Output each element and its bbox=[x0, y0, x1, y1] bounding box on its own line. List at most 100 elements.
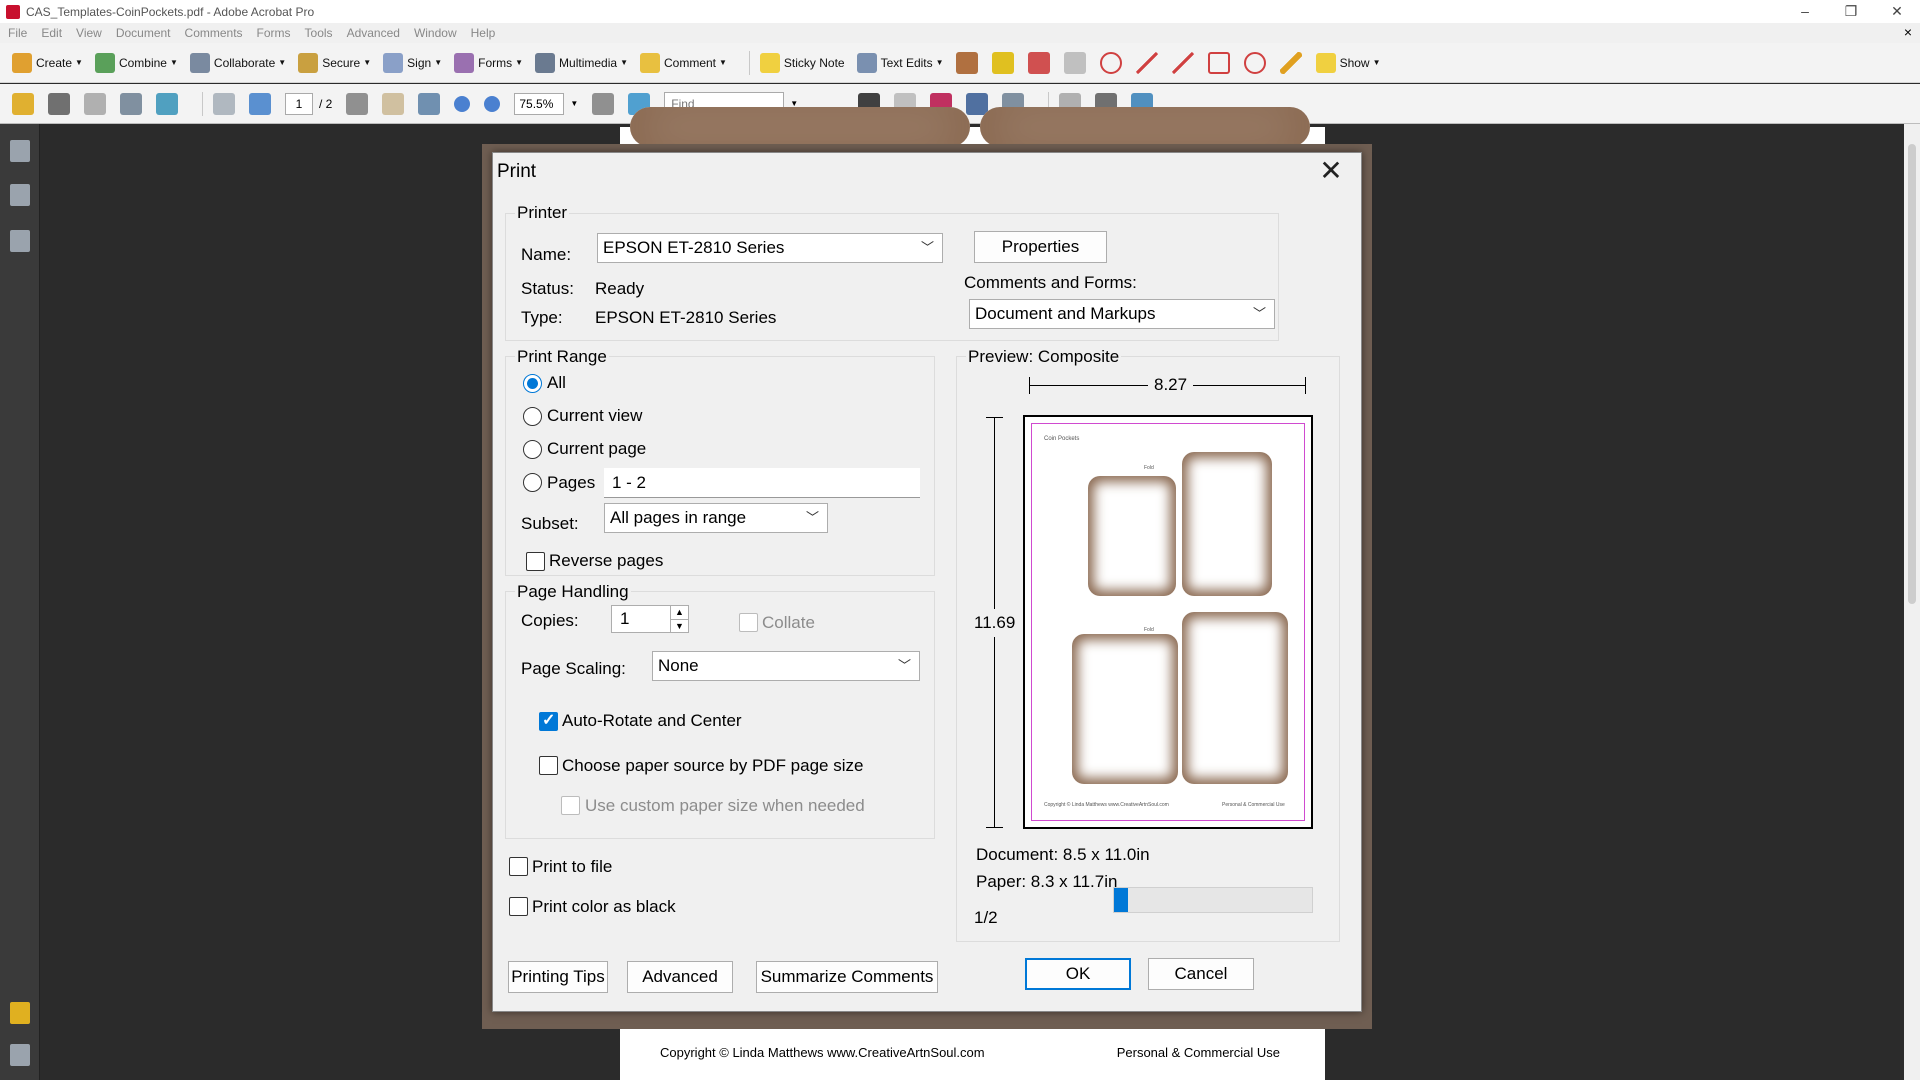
sticky-note-button[interactable]: Sticky Note bbox=[759, 52, 845, 73]
open-folder-icon[interactable] bbox=[12, 92, 34, 115]
hand-tool-icon[interactable] bbox=[382, 92, 405, 115]
bookmarks-panel-icon[interactable] bbox=[10, 184, 30, 206]
copies-stepper[interactable]: 1 ▲ ▼ bbox=[611, 605, 689, 633]
summarize-comments-button[interactable]: Summarize Comments bbox=[756, 961, 938, 993]
reverse-pages-checkbox[interactable] bbox=[526, 552, 545, 571]
show-button[interactable]: Show ▼ bbox=[1315, 52, 1381, 73]
print-color-black-label[interactable]: Print color as black bbox=[532, 897, 676, 917]
crop-icon[interactable] bbox=[966, 92, 989, 115]
page-scaling-select[interactable]: None ﹀ bbox=[652, 651, 920, 681]
text-box-icon[interactable] bbox=[1063, 51, 1086, 74]
save-icon[interactable] bbox=[84, 92, 106, 115]
print-to-file-checkbox[interactable] bbox=[509, 857, 528, 876]
zoom-in-icon[interactable] bbox=[484, 95, 501, 112]
close-icon[interactable]: ✕ bbox=[1315, 155, 1347, 187]
secure-button[interactable]: Secure ▼ bbox=[298, 52, 371, 73]
range-current-view-radio[interactable] bbox=[523, 407, 542, 426]
print-color-black-checkbox[interactable] bbox=[509, 897, 528, 916]
line-icon[interactable] bbox=[1171, 51, 1194, 74]
stamp-icon[interactable] bbox=[955, 51, 978, 74]
combine-button[interactable]: Combine ▼ bbox=[94, 52, 178, 73]
restore-button[interactable]: ❐ bbox=[1828, 0, 1874, 23]
highlight-icon[interactable] bbox=[1027, 51, 1050, 74]
chevron-down-icon[interactable]: ▼ bbox=[570, 99, 578, 108]
menu-document[interactable]: Document bbox=[116, 26, 171, 40]
pages-range-input[interactable]: 1 - 2 bbox=[604, 468, 920, 498]
zoom-level-select[interactable]: 75.5% bbox=[514, 92, 565, 115]
preview-page-indicator: 1/2 bbox=[974, 908, 998, 927]
comments-panel-icon[interactable] bbox=[10, 1002, 30, 1024]
pages-panel-icon[interactable] bbox=[10, 140, 30, 162]
zoom-out-icon[interactable] bbox=[454, 95, 471, 112]
page-number-input[interactable]: 1 bbox=[285, 92, 313, 115]
menu-view[interactable]: View bbox=[76, 26, 102, 40]
select-text-icon[interactable] bbox=[346, 92, 369, 115]
print-icon[interactable] bbox=[48, 92, 70, 115]
auto-rotate-checkbox[interactable] bbox=[539, 710, 558, 731]
print-to-file-label[interactable]: Print to file bbox=[532, 857, 612, 877]
range-all-radio[interactable] bbox=[523, 374, 542, 393]
subset-select[interactable]: All pages in range ﹀ bbox=[604, 503, 828, 533]
email-icon[interactable] bbox=[120, 92, 142, 115]
comment-button[interactable]: Comment ▼ bbox=[639, 52, 727, 73]
collaborate-online-icon[interactable] bbox=[156, 92, 178, 115]
collate-checkbox[interactable] bbox=[739, 613, 758, 632]
range-current-page-label[interactable]: Current page bbox=[547, 439, 646, 459]
comments-forms-select[interactable]: Document and Markups ﹀ bbox=[969, 299, 1275, 329]
fit-page-icon[interactable] bbox=[592, 92, 615, 115]
choose-paper-source-checkbox[interactable] bbox=[539, 756, 558, 775]
printing-tips-button[interactable]: Printing Tips bbox=[508, 961, 608, 993]
menu-tools[interactable]: Tools bbox=[305, 26, 333, 40]
attach-file-icon[interactable] bbox=[991, 51, 1014, 74]
chevron-down-icon[interactable]: ▼ bbox=[670, 619, 688, 632]
previous-page-icon[interactable] bbox=[213, 92, 235, 115]
zoom-tool-icon[interactable] bbox=[418, 92, 441, 115]
next-page-icon[interactable] bbox=[249, 92, 271, 115]
multimedia-button[interactable]: Multimedia ▼ bbox=[535, 52, 628, 73]
menu-advanced[interactable]: Advanced bbox=[347, 26, 400, 40]
cancel-button[interactable]: Cancel bbox=[1148, 958, 1254, 990]
reverse-pages-label[interactable]: Reverse pages bbox=[549, 551, 663, 571]
range-current-page-radio[interactable] bbox=[523, 440, 542, 459]
close-document-button[interactable]: × bbox=[1904, 24, 1912, 40]
ok-button[interactable]: OK bbox=[1025, 958, 1131, 990]
forms-button[interactable]: Forms ▼ bbox=[454, 52, 523, 73]
custom-paper-size-checkbox[interactable] bbox=[561, 796, 580, 815]
navigation-pane bbox=[0, 124, 40, 1080]
menu-comments[interactable]: Comments bbox=[185, 26, 243, 40]
oval-icon[interactable] bbox=[1243, 51, 1266, 74]
signatures-panel-icon[interactable] bbox=[10, 230, 30, 252]
sign-button[interactable]: Sign ▼ bbox=[383, 52, 442, 73]
create-button[interactable]: Create ▼ bbox=[12, 52, 83, 73]
chevron-up-icon[interactable]: ▲ bbox=[670, 606, 688, 619]
range-pages-radio[interactable] bbox=[523, 473, 542, 492]
printer-name-select[interactable]: EPSON ET-2810 Series ﹀ bbox=[597, 233, 943, 263]
range-all-label[interactable]: All bbox=[547, 373, 566, 393]
advanced-button[interactable]: Advanced bbox=[627, 961, 733, 993]
vertical-scrollbar[interactable] bbox=[1904, 124, 1920, 1080]
text-edits-button[interactable]: Text Edits ▼ bbox=[856, 52, 944, 73]
choose-paper-source-label[interactable]: Choose paper source by PDF page size bbox=[562, 756, 863, 776]
menu-window[interactable]: Window bbox=[414, 26, 457, 40]
scrollbar-thumb[interactable] bbox=[1908, 144, 1916, 604]
pencil-icon[interactable] bbox=[1279, 51, 1302, 74]
range-current-view-label[interactable]: Current view bbox=[547, 406, 642, 426]
properties-button[interactable]: Properties bbox=[974, 231, 1107, 263]
attachments-panel-icon[interactable] bbox=[10, 1044, 30, 1066]
multimedia-icon bbox=[535, 52, 556, 73]
menu-file[interactable]: File bbox=[8, 26, 27, 40]
preview-page-slider[interactable] bbox=[1113, 887, 1313, 913]
cloud-icon[interactable] bbox=[1099, 51, 1122, 74]
range-pages-label[interactable]: Pages bbox=[547, 473, 595, 493]
arrow-icon[interactable] bbox=[1135, 51, 1158, 74]
menu-help[interactable]: Help bbox=[471, 26, 496, 40]
minimize-button[interactable]: – bbox=[1782, 0, 1828, 23]
rectangle-icon[interactable] bbox=[1207, 51, 1230, 74]
menu-forms[interactable]: Forms bbox=[257, 26, 291, 40]
preview-slider-handle[interactable] bbox=[1114, 888, 1128, 912]
collaborate-button[interactable]: Collaborate ▼ bbox=[189, 52, 286, 73]
printer-status-label: Status: bbox=[521, 279, 574, 298]
auto-rotate-label[interactable]: Auto-Rotate and Center bbox=[562, 711, 742, 731]
close-window-button[interactable]: ✕ bbox=[1874, 0, 1920, 23]
menu-edit[interactable]: Edit bbox=[41, 26, 62, 40]
